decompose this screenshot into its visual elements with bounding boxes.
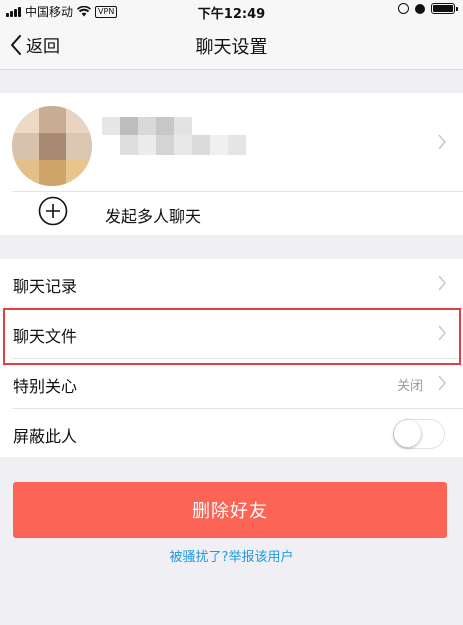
toggle-knob	[394, 420, 421, 447]
special-care-status: 关闭	[396, 379, 423, 394]
list-item-label: 特别关心	[13, 377, 78, 396]
list-item-special-care[interactable]: 特别关心 关闭	[0, 359, 463, 408]
chevron-right-icon	[437, 275, 447, 291]
avatar[interactable]	[12, 106, 92, 186]
add-group-chat-label: 发起多人聊天	[105, 207, 202, 226]
page-title: 聊天设置	[195, 37, 268, 58]
settings-list: 聊天记录 聊天文件 特别关心 关闭 屏蔽此人	[0, 259, 463, 457]
profile-card: 发起多人聊天	[0, 93, 463, 235]
block-user-toggle[interactable]	[393, 419, 445, 449]
nav-bar: 返回 聊天设置	[0, 20, 463, 70]
rotation-lock-icon	[398, 3, 409, 14]
battery-icon	[431, 3, 458, 14]
list-item-label: 聊天记录	[13, 277, 78, 296]
alarm-icon	[415, 3, 425, 14]
delete-friend-button[interactable]: 删除好友	[13, 482, 447, 538]
highlight-box	[3, 308, 461, 365]
status-right	[398, 3, 458, 14]
plus-circle-icon	[38, 196, 68, 226]
list-item-chat-history[interactable]: 聊天记录	[0, 259, 463, 308]
status-bar: 中国移动 VPN 下午12:49	[0, 0, 463, 22]
chevron-right-icon[interactable]	[437, 134, 447, 150]
report-user-link[interactable]: 被骚扰了?举报该用户	[0, 546, 463, 565]
name-blurred	[102, 117, 252, 163]
add-group-chat-row[interactable]: 发起多人聊天	[0, 191, 463, 235]
chevron-right-icon	[437, 375, 447, 391]
list-item-label: 屏蔽此人	[13, 427, 78, 446]
list-item-block-user: 屏蔽此人	[0, 409, 463, 458]
